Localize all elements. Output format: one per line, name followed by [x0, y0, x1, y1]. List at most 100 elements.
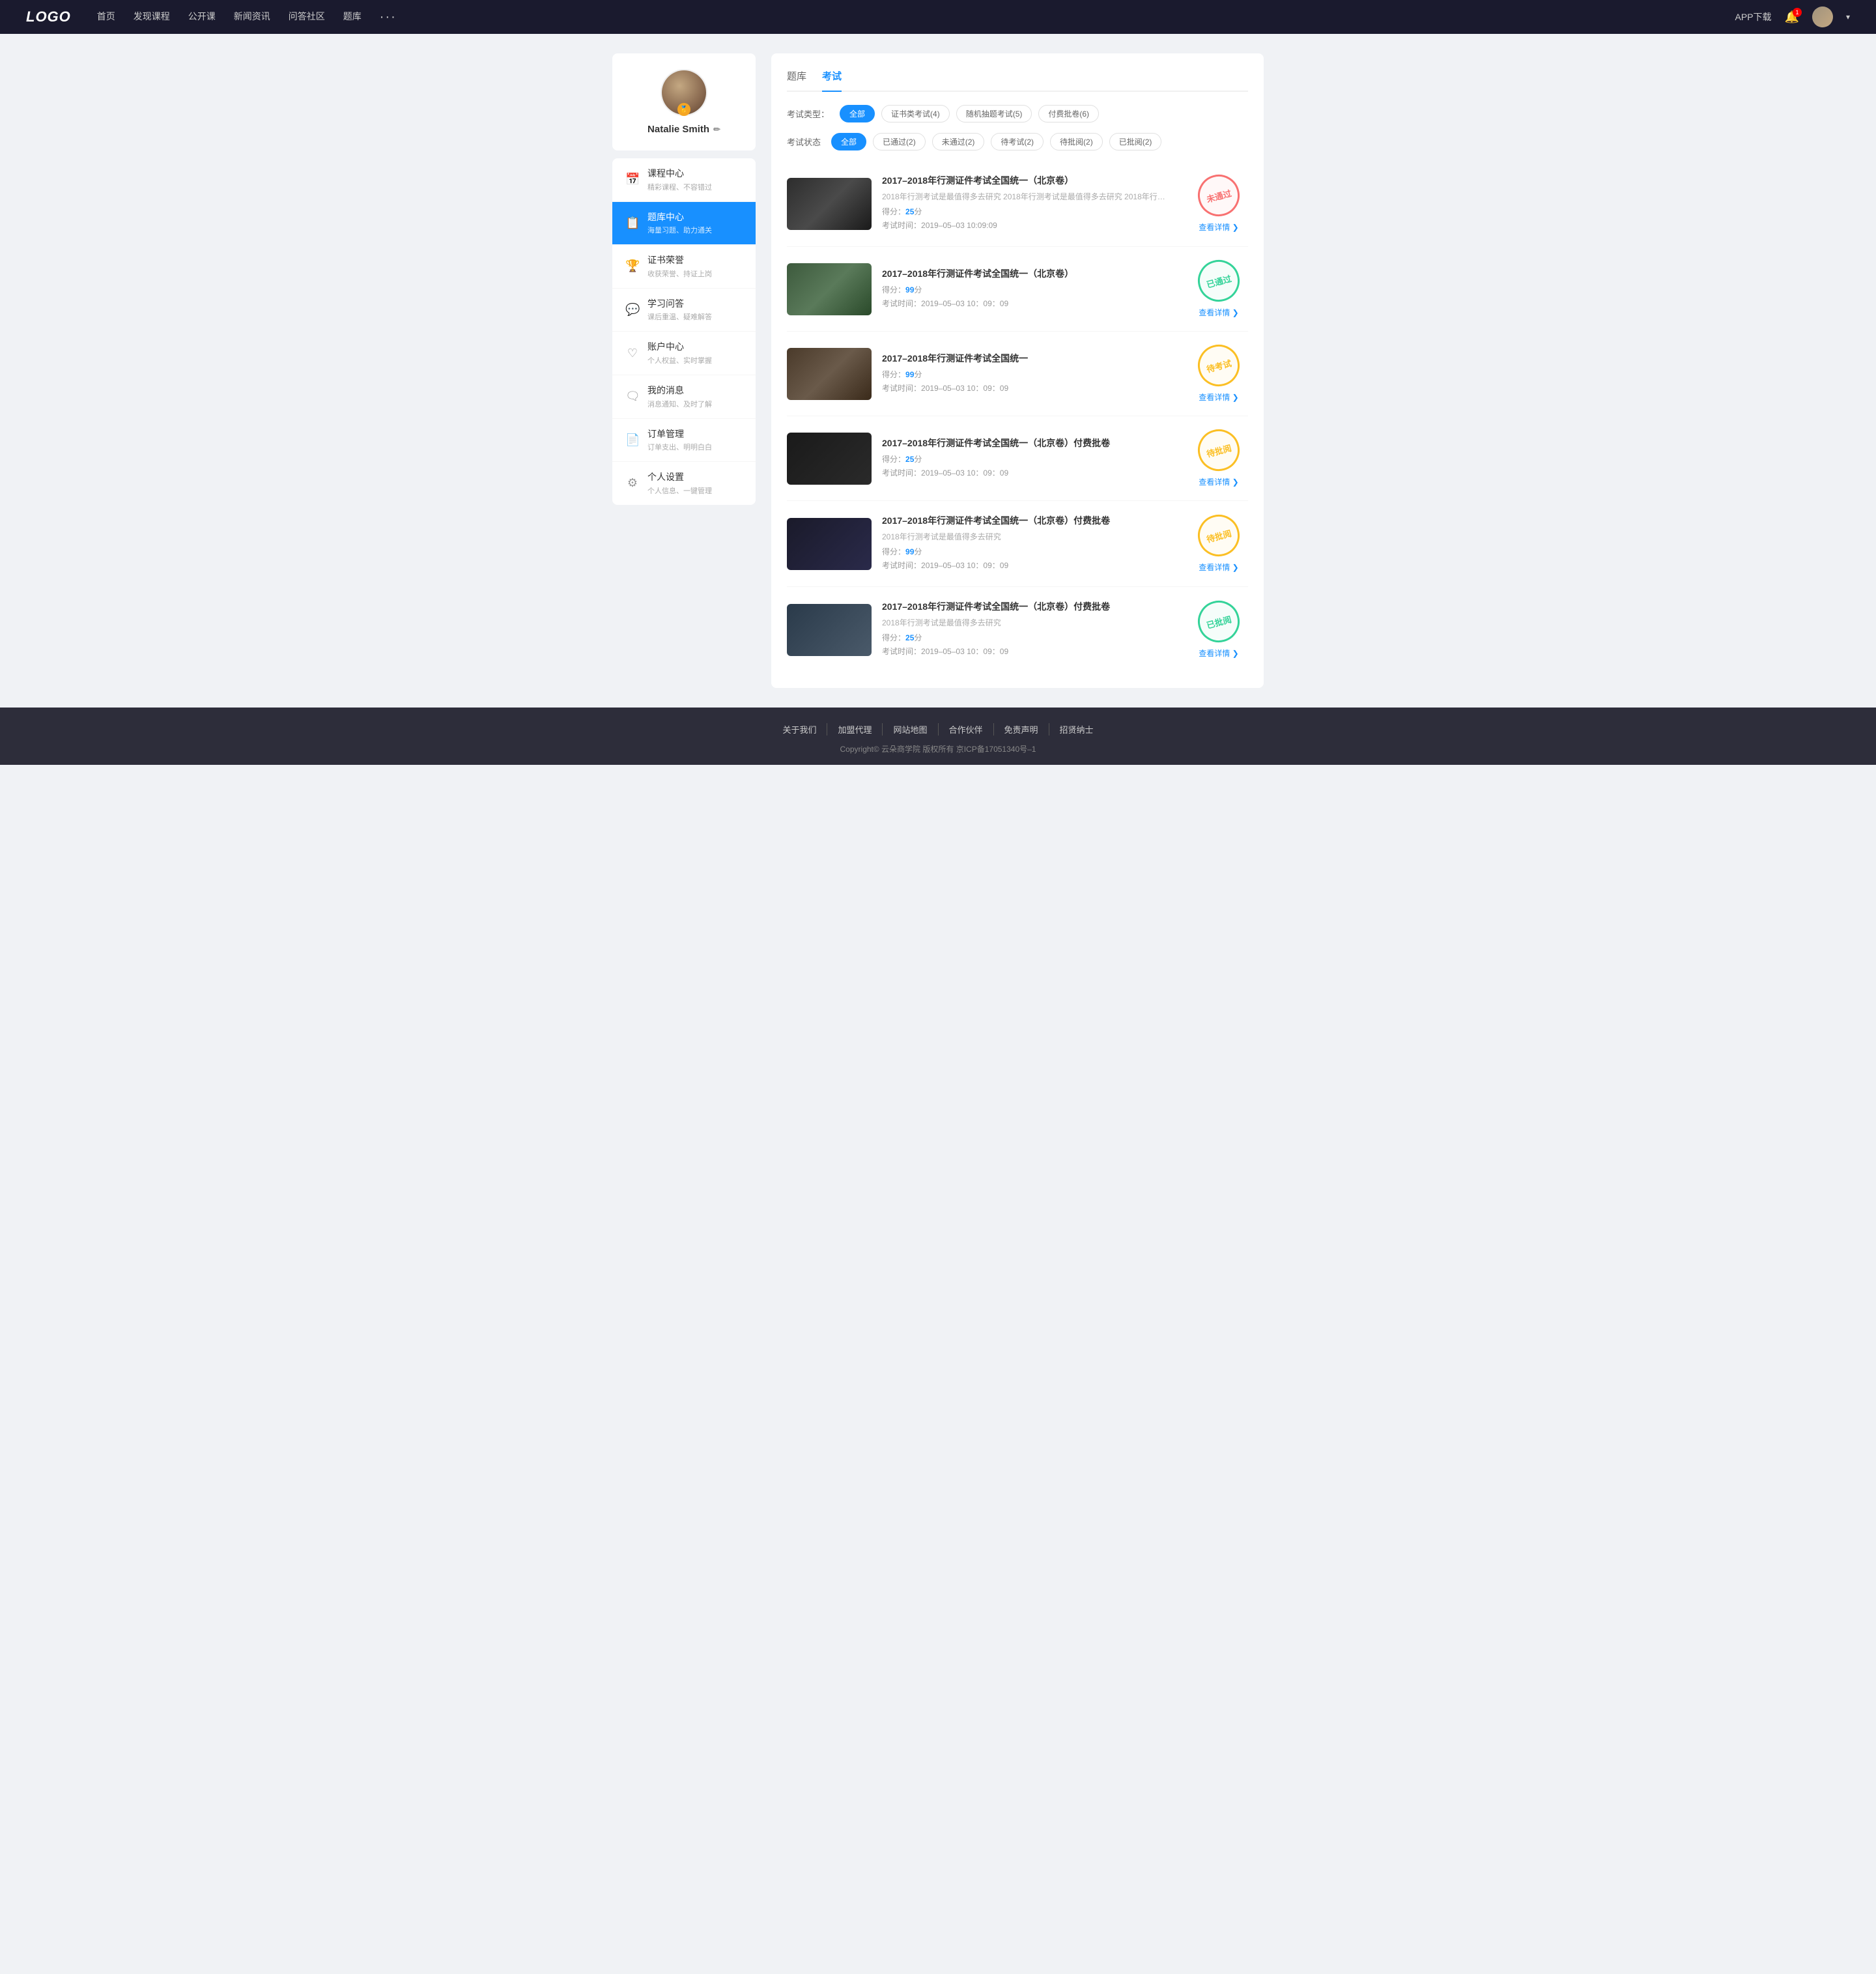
edit-icon[interactable]: ✏ — [713, 124, 720, 135]
nav-more-button[interactable]: ··· — [380, 10, 397, 25]
table-row: 2017–2018年行测证件考试全国统一（北京卷）付费批卷 2018年行测考试是… — [787, 501, 1248, 587]
exam-stamp-3: 待批阅 — [1193, 425, 1244, 476]
sidebar-item-订单管理[interactable]: 📄 订单管理 订单支出、明明白白 — [612, 419, 756, 463]
exam-title-3: 2017–2018年行测证件考试全国统一（北京卷）付费批卷 — [882, 436, 1179, 450]
exam-stamp-4: 待批阅 — [1193, 510, 1244, 561]
chevron-down-icon[interactable]: ▾ — [1846, 12, 1850, 21]
table-row: 2017–2018年行测证件考试全国统一（北京卷） 得分：99分 考试时间：20… — [787, 247, 1248, 332]
exam-list: 2017–2018年行测证件考试全国统一（北京卷） 2018年行测考试是最值得多… — [787, 161, 1248, 672]
exam-status-chip-0[interactable]: 全部 — [831, 133, 866, 150]
avatar[interactable] — [1812, 7, 1833, 27]
exam-action-1: 已通过 查看详情 ❯ — [1189, 260, 1248, 318]
sidebar-profile: 🥇 Natalie Smith ✏ — [612, 53, 756, 150]
exam-action-2: 待考试 查看详情 ❯ — [1189, 345, 1248, 403]
exam-type-chip-3[interactable]: 付费批卷(6) — [1038, 105, 1099, 122]
exam-score-0: 得分：25分 — [882, 206, 1179, 217]
exam-time-5: 考试时间：2019–05–03 10：09：09 — [882, 646, 1179, 657]
exam-detail-link-2[interactable]: 查看详情 ❯ — [1199, 392, 1238, 403]
sidebar-item-sub-4: 个人权益、实时掌握 — [647, 355, 743, 365]
notification-bell[interactable]: 🔔 1 — [1785, 10, 1799, 24]
sidebar-icon-6: 📄 — [625, 433, 640, 447]
exam-detail-link-5[interactable]: 查看详情 ❯ — [1199, 648, 1238, 659]
exam-status-chip-2[interactable]: 未通过(2) — [932, 133, 985, 150]
exam-type-chip-2[interactable]: 随机抽题考试(5) — [956, 105, 1032, 122]
profile-name: Natalie Smith ✏ — [623, 124, 745, 135]
footer-link-3[interactable]: 合作伙伴 — [939, 723, 994, 736]
exam-info-2: 2017–2018年行测证件考试全国统一 得分：99分 考试时间：2019–05… — [882, 352, 1179, 396]
exam-time-3: 考试时间：2019–05–03 10：09：09 — [882, 467, 1179, 478]
sidebar-item-title-6: 订单管理 — [647, 428, 743, 441]
exam-detail-link-1[interactable]: 查看详情 ❯ — [1199, 307, 1238, 318]
exam-title-1: 2017–2018年行测证件考试全国统一（北京卷） — [882, 267, 1179, 280]
nav-item[interactable]: 问答社区 — [289, 10, 325, 25]
exam-status-label: 考试状态 — [787, 136, 821, 148]
nav-item[interactable]: 题库 — [343, 10, 362, 25]
sidebar-item-title-2: 证书荣誉 — [647, 254, 743, 267]
table-row: 2017–2018年行测证件考试全国统一（北京卷）付费批卷 得分：25分 考试时… — [787, 416, 1248, 501]
exam-detail-link-0[interactable]: 查看详情 ❯ — [1199, 222, 1238, 233]
sidebar-item-title-5: 我的消息 — [647, 384, 743, 397]
exam-detail-link-3[interactable]: 查看详情 ❯ — [1199, 476, 1238, 487]
nav-item[interactable]: 首页 — [97, 10, 115, 25]
nav-item[interactable]: 新闻资讯 — [234, 10, 270, 25]
footer-link-5[interactable]: 招贤纳士 — [1049, 723, 1104, 736]
avatar-image — [1812, 7, 1833, 27]
sidebar-item-title-0: 课程中心 — [647, 167, 743, 180]
exam-type-filter-row: 考试类型： 全部证书类考试(4)随机抽题考试(5)付费批卷(6) — [787, 105, 1248, 122]
sidebar-item-题库中心[interactable]: 📋 题库中心 海量习题、助力通关 — [612, 202, 756, 246]
exam-score-3: 得分：25分 — [882, 453, 1179, 465]
nav-item[interactable]: 发现课程 — [134, 10, 170, 25]
exam-status-chips: 全部已通过(2) 未通过(2) 待考试(2) 待批阅(2) 已批阅(2) — [831, 133, 1161, 150]
profile-avatar-wrap: 🥇 — [661, 69, 707, 116]
exam-title-2: 2017–2018年行测证件考试全国统一 — [882, 352, 1179, 365]
footer-link-1[interactable]: 加盟代理 — [827, 723, 883, 736]
sidebar-item-学习问答[interactable]: 💬 学习问答 课后重温、疑难解答 — [612, 289, 756, 332]
sidebar-item-title-1: 题库中心 — [647, 211, 743, 224]
exam-status-chip-1[interactable]: 已通过(2) — [873, 133, 926, 150]
footer-links: 关于我们加盟代理网站地图合作伙伴免责声明招贤纳士 — [0, 723, 1876, 736]
exam-title-0: 2017–2018年行测证件考试全国统一（北京卷） — [882, 174, 1179, 187]
sidebar-item-title-7: 个人设置 — [647, 471, 743, 484]
sidebar-item-sub-0: 精彩课程、不容错过 — [647, 182, 743, 192]
exam-title-4: 2017–2018年行测证件考试全国统一（北京卷）付费批卷 — [882, 514, 1179, 527]
exam-info-1: 2017–2018年行测证件考试全国统一（北京卷） 得分：99分 考试时间：20… — [882, 267, 1179, 311]
logo[interactable]: LOGO — [26, 8, 71, 25]
sidebar-item-title-4: 账户中心 — [647, 341, 743, 354]
table-row: 2017–2018年行测证件考试全国统一 得分：99分 考试时间：2019–05… — [787, 332, 1248, 416]
exam-time-2: 考试时间：2019–05–03 10：09：09 — [882, 382, 1179, 393]
exam-score-2: 得分：99分 — [882, 369, 1179, 380]
sidebar-item-个人设置[interactable]: ⚙ 个人设置 个人信息、一键管理 — [612, 462, 756, 505]
sidebar-item-我的消息[interactable]: 🗨 我的消息 消息通知、及时了解 — [612, 375, 756, 419]
exam-info-0: 2017–2018年行测证件考试全国统一（北京卷） 2018年行测考试是最值得多… — [882, 174, 1179, 233]
exam-type-chip-0[interactable]: 全部 — [840, 105, 875, 122]
exam-thumb-0 — [787, 178, 872, 230]
exam-desc-0: 2018年行测考试是最值得多去研究 2018年行测考试是最值得多去研究 2018… — [882, 191, 1179, 202]
exam-time-4: 考试时间：2019–05–03 10：09：09 — [882, 560, 1179, 571]
footer-link-0[interactable]: 关于我们 — [772, 723, 827, 736]
exam-desc-4: 2018年行测考试是最值得多去研究 — [882, 531, 1179, 542]
exam-status-chip-4[interactable]: 待批阅(2) — [1050, 133, 1103, 150]
sidebar-item-账户中心[interactable]: ♡ 账户中心 个人权益、实时掌握 — [612, 332, 756, 375]
exam-action-4: 待批阅 查看详情 ❯ — [1189, 515, 1248, 573]
tab-考试[interactable]: 考试 — [822, 69, 842, 91]
sidebar-item-证书荣誉[interactable]: 🏆 证书荣誉 收获荣誉、持证上岗 — [612, 245, 756, 289]
exam-status-chip-5[interactable]: 已批阅(2) — [1109, 133, 1162, 150]
footer-link-2[interactable]: 网站地图 — [883, 723, 938, 736]
exam-action-5: 已批阅 查看详情 ❯ — [1189, 601, 1248, 659]
exam-detail-link-4[interactable]: 查看详情 ❯ — [1199, 562, 1238, 573]
sidebar-item-课程中心[interactable]: 📅 课程中心 精彩课程、不容错过 — [612, 158, 756, 202]
exam-time-1: 考试时间：2019–05–03 10：09：09 — [882, 298, 1179, 309]
app-download-button[interactable]: APP下载 — [1735, 10, 1772, 23]
exam-type-chip-1[interactable]: 证书类考试(4) — [881, 105, 950, 122]
footer-link-4[interactable]: 免责声明 — [994, 723, 1049, 736]
tab-题库[interactable]: 题库 — [787, 69, 806, 91]
exam-info-3: 2017–2018年行测证件考试全国统一（北京卷）付费批卷 得分：25分 考试时… — [882, 436, 1179, 481]
sidebar-item-sub-3: 课后重温、疑难解答 — [647, 311, 743, 322]
exam-thumb-2 — [787, 348, 872, 400]
exam-status-chip-3[interactable]: 待考试(2) — [991, 133, 1044, 150]
nav-item[interactable]: 公开课 — [188, 10, 216, 25]
navbar: LOGO 首页 发现课程 公开课 新闻资讯 问答社区 题库 ··· APP下载 🔔 1 ▾ — [0, 0, 1876, 34]
exam-stamp-1: 已通过 — [1193, 255, 1244, 306]
sidebar-item-sub-7: 个人信息、一键管理 — [647, 485, 743, 496]
footer-copyright: Copyright© 云朵商学院 版权所有 京ICP备17051340号–1 — [0, 743, 1876, 754]
